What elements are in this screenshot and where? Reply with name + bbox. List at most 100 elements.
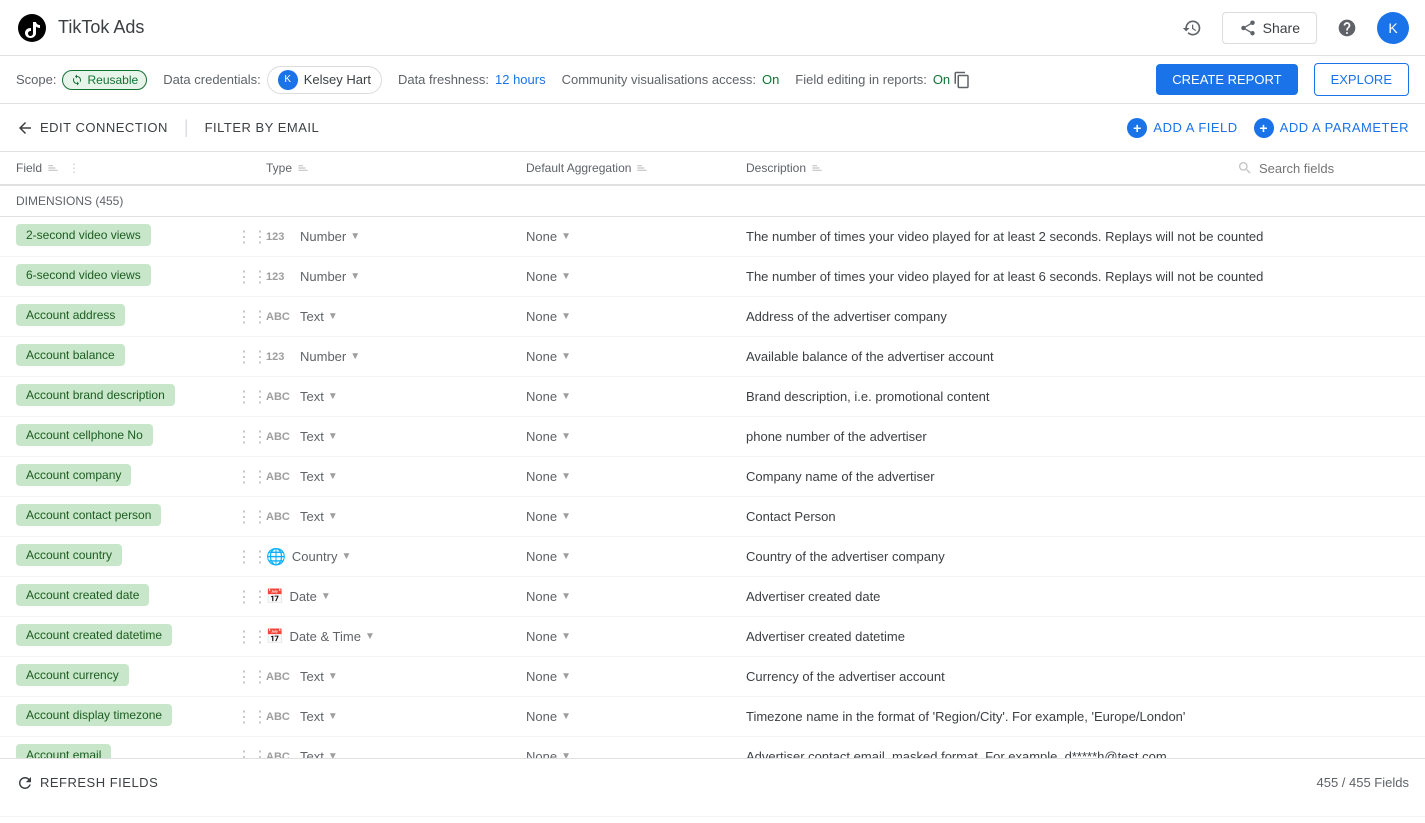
aggregation-dropdown[interactable]: None ▼ [526,229,571,244]
field-chip[interactable]: Account country [16,544,236,569]
field-chip[interactable]: Account contact person [16,504,236,529]
field-chip-label[interactable]: 6-second video views [16,264,151,286]
drag-handle[interactable]: ⋮⋮ [236,347,266,367]
agg-dropdown-arrow: ▼ [561,271,571,282]
history-button[interactable] [1174,10,1210,46]
type-dropdown[interactable]: Number ▼ [300,269,360,284]
type-dropdown[interactable]: Text ▼ [300,509,338,524]
field-chip[interactable]: Account currency [16,664,236,689]
share-icon [1239,19,1257,37]
field-chip-label[interactable]: Account company [16,464,131,486]
field-chip-label[interactable]: Account country [16,544,122,566]
help-button[interactable] [1329,10,1365,46]
field-chip-label[interactable]: Account address [16,304,125,326]
type-dropdown[interactable]: Country ▼ [292,549,351,564]
aggregation-column-header[interactable]: Default Aggregation [526,160,746,176]
credentials-badge[interactable]: K Kelsey Hart [267,66,382,94]
field-chip-label[interactable]: Account created datetime [16,624,172,646]
calendar-datetime-icon: 📅 [266,628,283,645]
aggregation-dropdown[interactable]: None ▼ [526,429,571,444]
avatar[interactable]: K [1377,12,1409,44]
type-dropdown[interactable]: Date & Time ▼ [289,629,374,644]
filter-by-email-button[interactable]: FILTER BY EMAIL [205,120,320,135]
field-chip-label[interactable]: Account display timezone [16,704,172,726]
aggregation-dropdown[interactable]: None ▼ [526,549,571,564]
field-chip[interactable]: Account brand description [16,384,236,409]
search-input[interactable] [1259,161,1409,176]
type-label: Text [300,309,324,324]
refresh-fields-button[interactable]: REFRESH FIELDS [16,774,158,792]
type-dropdown[interactable]: Text ▼ [300,669,338,684]
type-dropdown[interactable]: Number ▼ [300,229,360,244]
description-column-header: Description [746,160,1409,176]
agg-dropdown-arrow: ▼ [561,471,571,482]
field-chip[interactable]: 6-second video views [16,264,236,289]
aggregation-dropdown[interactable]: None ▼ [526,709,571,724]
drag-handle[interactable]: ⋮⋮ [236,627,266,647]
type-dropdown[interactable]: Text ▼ [300,709,338,724]
explore-button[interactable]: EXPLORE [1314,63,1409,96]
aggregation-dropdown[interactable]: None ▼ [526,669,571,684]
copy-button[interactable] [948,66,976,94]
aggregation-dropdown[interactable]: None ▼ [526,349,571,364]
drag-handle[interactable]: ⋮⋮ [236,387,266,407]
reusable-badge[interactable]: Reusable [62,70,147,90]
top-navigation: TikTok Ads Share K [0,0,1425,56]
type-column-header[interactable]: Type [266,160,526,176]
aggregation-value: None [526,549,557,564]
field-column-header[interactable]: Field ⋮ [16,160,236,176]
create-report-button[interactable]: CREATE REPORT [1156,64,1297,95]
field-chip-label[interactable]: Account contact person [16,504,161,526]
field-chip[interactable]: Account created date [16,584,236,609]
resize-handle[interactable]: ⋮ [68,161,80,175]
aggregation-dropdown[interactable]: None ▼ [526,629,571,644]
field-chip[interactable]: Account address [16,304,236,329]
aggregation-dropdown[interactable]: None ▼ [526,309,571,324]
agg-dropdown-arrow: ▼ [561,391,571,402]
type-dropdown[interactable]: Text ▼ [300,389,338,404]
field-chip[interactable]: 2-second video views [16,224,236,249]
drag-handle[interactable]: ⋮⋮ [236,587,266,607]
field-chip[interactable]: Account company [16,464,236,489]
share-button[interactable]: Share [1222,12,1317,44]
drag-handle[interactable]: ⋮⋮ [236,667,266,687]
type-dropdown[interactable]: Text ▼ [300,429,338,444]
field-chip[interactable]: Account balance [16,344,236,369]
field-chip-label[interactable]: 2-second video views [16,224,151,246]
field-chip-label[interactable]: Account balance [16,344,125,366]
table-row: Account company ⋮⋮ ABC Text ▼ None ▼ Com… [0,457,1425,497]
drag-handle[interactable]: ⋮⋮ [236,707,266,727]
drag-handle[interactable]: ⋮⋮ [236,547,266,567]
drag-handle[interactable]: ⋮⋮ [236,467,266,487]
aggregation-dropdown[interactable]: None ▼ [526,469,571,484]
drag-handle[interactable]: ⋮⋮ [236,267,266,287]
type-dropdown[interactable]: Number ▼ [300,349,360,364]
drag-handle[interactable]: ⋮⋮ [236,507,266,527]
field-chip-label[interactable]: Account currency [16,664,129,686]
aggregation-dropdown[interactable]: None ▼ [526,269,571,284]
aggregation-cell: None ▼ [526,389,746,404]
aggregation-dropdown[interactable]: None ▼ [526,509,571,524]
type-dropdown[interactable]: Date ▼ [289,589,330,604]
field-chip-label[interactable]: Account brand description [16,384,175,406]
type-cell: 🌐 Country ▼ [266,547,526,567]
drag-handle[interactable]: ⋮⋮ [236,307,266,327]
type-label: Text [300,509,324,524]
aggregation-dropdown[interactable]: None ▼ [526,389,571,404]
field-chip[interactable]: Account cellphone No [16,424,236,449]
field-chip-label[interactable]: Account cellphone No [16,424,153,446]
field-chip[interactable]: Account created datetime [16,624,236,649]
add-field-button[interactable]: + ADD A FIELD [1127,118,1237,138]
field-chip-label[interactable]: Account created date [16,584,149,606]
community-value[interactable]: On [762,72,779,87]
edit-connection-button[interactable]: EDIT CONNECTION [16,119,168,137]
add-parameter-button[interactable]: + ADD A PARAMETER [1254,118,1409,138]
type-dropdown[interactable]: Text ▼ [300,309,338,324]
aggregation-dropdown[interactable]: None ▼ [526,589,571,604]
field-chip[interactable]: Account display timezone [16,704,236,729]
drag-handle[interactable]: ⋮⋮ [236,227,266,247]
freshness-value[interactable]: 12 hours [495,72,546,87]
type-dropdown[interactable]: Text ▼ [300,469,338,484]
aggregation-cell: None ▼ [526,349,746,364]
drag-handle[interactable]: ⋮⋮ [236,427,266,447]
